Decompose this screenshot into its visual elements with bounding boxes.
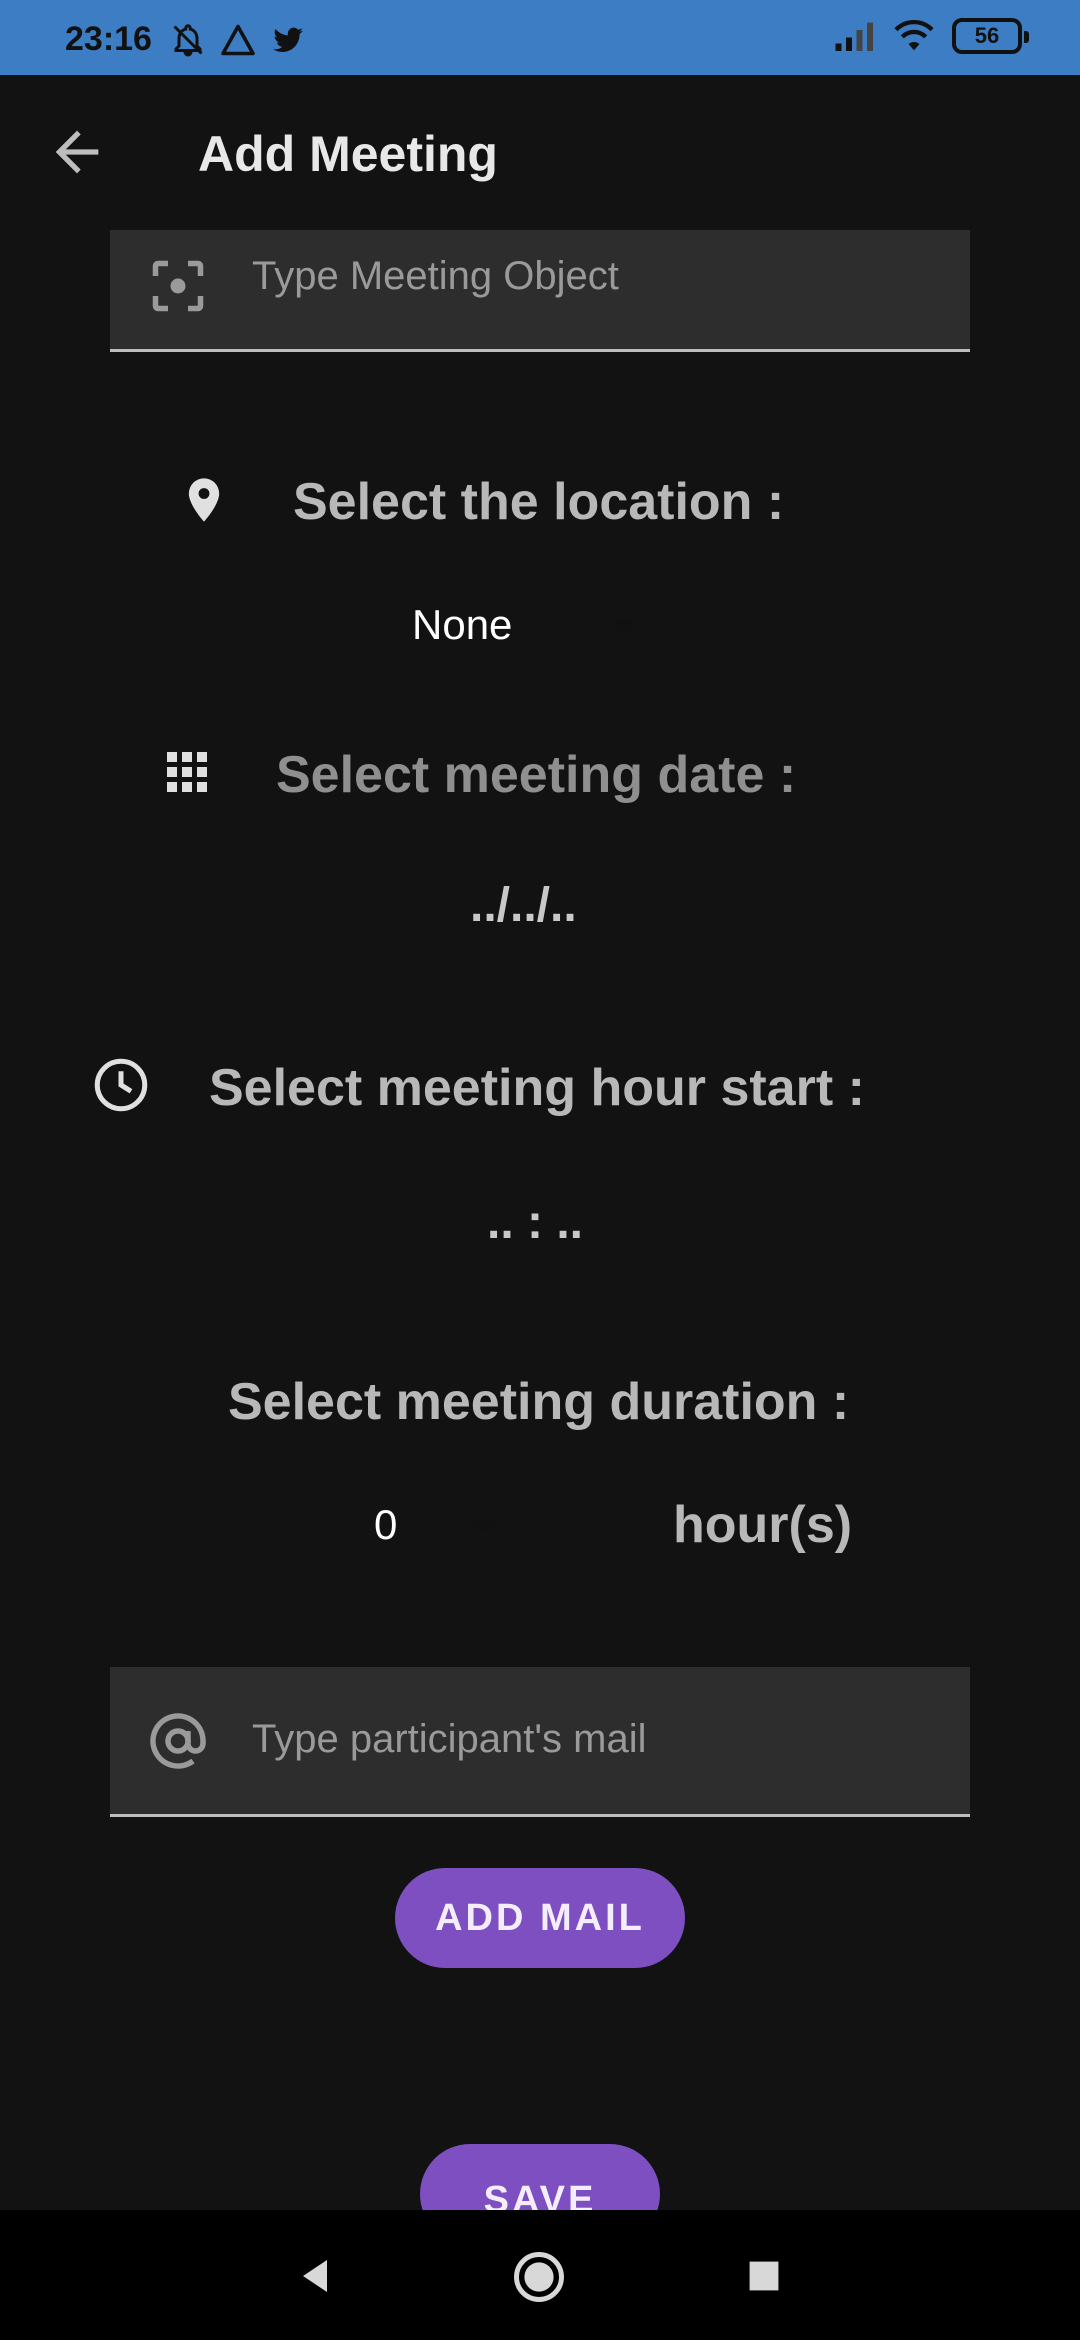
- location-selected: None: [412, 601, 513, 648]
- duration-dropdown[interactable]: 0: [360, 1495, 510, 1555]
- status-bar: 23:16 56: [0, 0, 1080, 75]
- nav-home-icon[interactable]: [512, 2250, 566, 2304]
- nav-back-icon[interactable]: [295, 2255, 335, 2297]
- battery-level: 56: [974, 23, 1000, 48]
- warning-icon: [221, 24, 255, 56]
- calendar-grid-icon: [167, 752, 207, 792]
- participant-mail-placeholder: Type participant's mail: [252, 1717, 647, 1761]
- location-pin-icon: [188, 478, 220, 522]
- duration-selected: 0: [374, 1501, 398, 1548]
- chevron-down-icon: [470, 1519, 498, 1533]
- at-sign-icon: [150, 1713, 206, 1769]
- bell-off-icon: [173, 24, 203, 57]
- twitter-icon: [273, 27, 303, 52]
- meeting-object-placeholder: Type Meeting Object: [252, 254, 619, 298]
- date-label: Select meeting date :: [276, 746, 797, 804]
- hour-start-label: Select meeting hour start :: [209, 1059, 865, 1117]
- duration-label: Select meeting duration :: [228, 1373, 850, 1431]
- app-bar: Add Meeting: [0, 75, 1080, 235]
- nav-recents-icon[interactable]: [746, 2258, 782, 2294]
- chevron-down-icon: [610, 619, 638, 633]
- status-time: 23:16: [65, 20, 152, 58]
- hour-start-value[interactable]: .. : ..: [487, 1195, 583, 1250]
- signal-icon: [835, 22, 873, 51]
- status-right-icons: 56: [834, 18, 1029, 54]
- status-left-icons: [170, 22, 306, 58]
- meeting-object-field[interactable]: Type Meeting Object: [110, 230, 970, 352]
- battery-icon: 56: [952, 18, 1029, 54]
- add-mail-button[interactable]: ADD MAIL: [395, 1868, 685, 1968]
- page-title: Add Meeting: [198, 126, 498, 182]
- back-arrow-icon[interactable]: [45, 120, 109, 184]
- participant-mail-field[interactable]: Type participant's mail: [110, 1667, 970, 1817]
- focus-center-icon: [152, 260, 204, 312]
- location-label: Select the location :: [293, 473, 785, 531]
- system-nav-bar: [0, 2210, 1080, 2340]
- clock-icon: [94, 1058, 148, 1112]
- location-dropdown[interactable]: None: [400, 595, 650, 655]
- wifi-icon: [894, 19, 934, 51]
- date-value[interactable]: ../../..: [470, 878, 577, 933]
- duration-unit: hour(s): [673, 1496, 853, 1554]
